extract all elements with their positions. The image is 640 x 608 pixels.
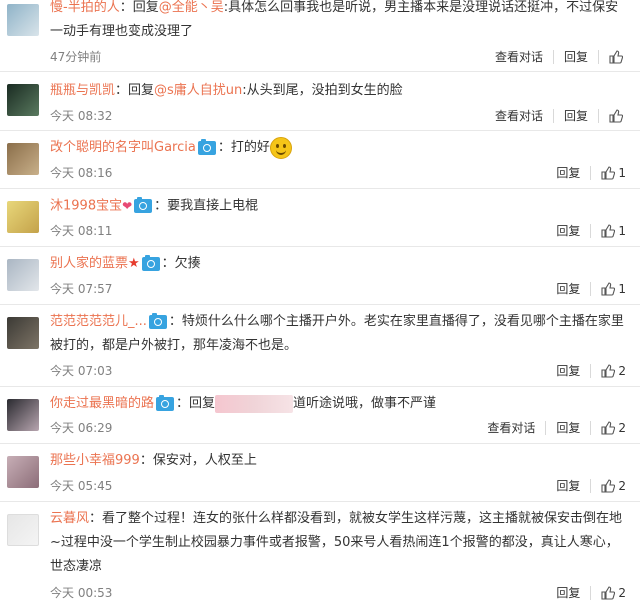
like-button[interactable]	[599, 49, 626, 64]
camera-badge-icon[interactable]	[141, 254, 160, 271]
comment-actions: 回复 2	[546, 584, 626, 601]
redacted-mention	[215, 394, 294, 413]
view-conversation-link[interactable]: 查看对话	[477, 419, 545, 436]
comment-item: 那些小幸福999：保安对，人权至上 今天 05:45 回复 2	[0, 444, 640, 502]
comment-item: 云暮风：看了整个过程！连女的张什么样都没看到，就被女学生这样污蔑，这主播就被保安…	[0, 502, 640, 608]
comment-time: 今天 06:29	[50, 421, 113, 435]
view-conversation-link[interactable]: 查看对话	[485, 48, 553, 65]
avatar[interactable]	[7, 4, 39, 36]
comment-time: 今天 08:11	[50, 224, 113, 238]
comment-actions: 查看对话 回复	[485, 107, 626, 124]
comment-time: 今天 08:32	[50, 109, 113, 123]
avatar[interactable]	[7, 84, 39, 116]
comment-item: 慢-半拍的人：回复@全能丶吴:具体怎么回事我也是听说，男主播本来是没理说话还挺冲…	[0, 0, 640, 72]
comment-item: 范范范范范儿_... ：特烦什么什么哪个主播开户外。老实在家里直播得了，没看见哪个…	[0, 305, 640, 387]
thumbs-up-icon	[601, 281, 616, 296]
comment-actions: 回复 1	[546, 222, 626, 239]
comment-time: 今天 05:45	[50, 479, 113, 493]
comment-actions: 回复 2	[546, 362, 626, 379]
comment-text: 瓶瓶与凯凯：回复@s庸人自扰un:从头到尾，没拍到女生的脸	[50, 83, 403, 98]
heart-eyes-emoji-icon: ❤	[122, 199, 133, 213]
avatar[interactable]	[7, 514, 39, 546]
like-button[interactable]: 1	[591, 282, 626, 296]
view-conversation-link[interactable]: 查看对话	[485, 107, 553, 124]
comment-text: 云暮风：看了整个过程！连女的张什么样都没看到，就被女学生这样污蔑，这主播就被保安…	[50, 511, 623, 574]
thumbs-up-icon	[601, 165, 616, 180]
thumbs-up-icon	[601, 420, 616, 435]
comment-text: 沐1998宝宝❤ ：要我直接上电棍	[50, 194, 630, 219]
thumbs-up-icon	[601, 585, 616, 600]
comment-username[interactable]: 云暮风	[50, 511, 89, 526]
comment-username[interactable]: 改个聪明的名字叫Garcia	[50, 140, 196, 155]
reply-link[interactable]: 回复	[546, 222, 590, 239]
comment-time: 今天 07:03	[50, 364, 113, 378]
camera-badge-icon[interactable]	[197, 138, 216, 155]
reply-link[interactable]: 回复	[546, 280, 590, 297]
comment-username[interactable]: 那些小幸福999	[50, 453, 140, 468]
comment-text: 范范范范范儿_... ：特烦什么什么哪个主播开户外。老实在家里直播得了，没看见哪个…	[50, 312, 624, 353]
reply-link[interactable]: 回复	[546, 362, 590, 379]
avatar[interactable]	[7, 201, 39, 233]
comment-item: 别人家的蓝票★ ：欠揍 今天 07:57 回复 1	[0, 247, 640, 305]
comment-actions: 回复 2	[546, 477, 626, 494]
like-button[interactable]: 1	[591, 166, 626, 180]
avatar[interactable]	[7, 317, 39, 349]
thumbs-up-icon	[601, 478, 616, 493]
comment-text: 那些小幸福999：保安对，人权至上	[50, 453, 257, 468]
comment-username[interactable]: 沐1998宝宝	[50, 199, 122, 214]
reply-link[interactable]: 回复	[546, 419, 590, 436]
comment-actions: 查看对话 回复	[485, 48, 626, 65]
reply-link[interactable]: 回复	[554, 107, 598, 124]
thumbs-up-icon	[609, 108, 623, 123]
comment-time: 今天 00:53	[50, 586, 113, 600]
like-button[interactable]: 2	[591, 479, 626, 493]
comment-username[interactable]: 别人家的蓝票	[50, 256, 128, 271]
camera-badge-icon[interactable]	[156, 394, 175, 411]
like-button[interactable]: 2	[591, 364, 626, 378]
comment-item: 沐1998宝宝❤ ：要我直接上电棍 今天 08:11 回复 1	[0, 189, 640, 247]
camera-badge-icon[interactable]	[134, 197, 153, 213]
reply-link[interactable]: 回复	[546, 584, 590, 601]
thumbs-up-icon	[609, 49, 623, 64]
comment-time: 今天 07:57	[50, 282, 113, 296]
like-button[interactable]	[599, 108, 626, 123]
reply-link[interactable]: 回复	[546, 164, 590, 181]
comment-item: 改个聪明的名字叫Garcia ：打的好 今天 08:16 回复 1	[0, 131, 640, 189]
comment-username[interactable]: 你走过最黑暗的路	[50, 396, 154, 411]
like-button[interactable]: 2	[591, 586, 626, 600]
avatar[interactable]	[7, 143, 39, 175]
camera-badge-icon[interactable]	[148, 312, 167, 329]
mention-link[interactable]: @s庸人自扰un	[154, 83, 242, 98]
comment-text: 慢-半拍的人：回复@全能丶吴:具体怎么回事我也是听说，男主播本来是没理说话还挺冲…	[50, 0, 619, 39]
like-button[interactable]: 2	[591, 421, 626, 435]
comment-text: 你走过最黑暗的路 ：回复 道听途说哦，做事不严谨	[50, 394, 437, 413]
comment-text: 改个聪明的名字叫Garcia ：打的好	[50, 136, 630, 160]
like-button[interactable]: 1	[591, 224, 626, 238]
comment-item: 瓶瓶与凯凯：回复@s庸人自扰un:从头到尾，没拍到女生的脸 今天 08:32 查…	[0, 72, 640, 131]
comment-time: 今天 08:16	[50, 166, 113, 180]
star-icon: ★	[128, 256, 140, 271]
comment-time: 47分钟前	[50, 50, 102, 64]
thumbs-up-icon	[601, 363, 616, 378]
smile-emoji-icon	[269, 136, 292, 159]
mention-link[interactable]: @全能丶吴	[159, 0, 224, 15]
comment-item: 你走过最黑暗的路 ：回复 道听途说哦，做事不严谨 今天 06:29 查看对话 回复 …	[0, 387, 640, 444]
comment-username[interactable]: 瓶瓶与凯凯	[50, 83, 115, 98]
comment-username[interactable]: 范范范范范儿_...	[50, 314, 147, 329]
thumbs-up-icon	[601, 223, 616, 238]
avatar[interactable]	[7, 456, 39, 488]
avatar[interactable]	[7, 399, 39, 431]
comment-actions: 回复 1	[546, 164, 626, 181]
comment-username[interactable]: 慢-半拍的人	[50, 0, 120, 15]
comment-actions: 回复 1	[546, 280, 626, 297]
comment-list: 慢-半拍的人：回复@全能丶吴:具体怎么回事我也是听说，男主播本来是没理说话还挺冲…	[0, 0, 640, 608]
comment-text: 别人家的蓝票★ ：欠揍	[50, 254, 201, 271]
reply-link[interactable]: 回复	[554, 48, 598, 65]
avatar[interactable]	[7, 259, 39, 291]
comment-actions: 查看对话 回复 2	[477, 419, 626, 436]
reply-link[interactable]: 回复	[546, 477, 590, 494]
